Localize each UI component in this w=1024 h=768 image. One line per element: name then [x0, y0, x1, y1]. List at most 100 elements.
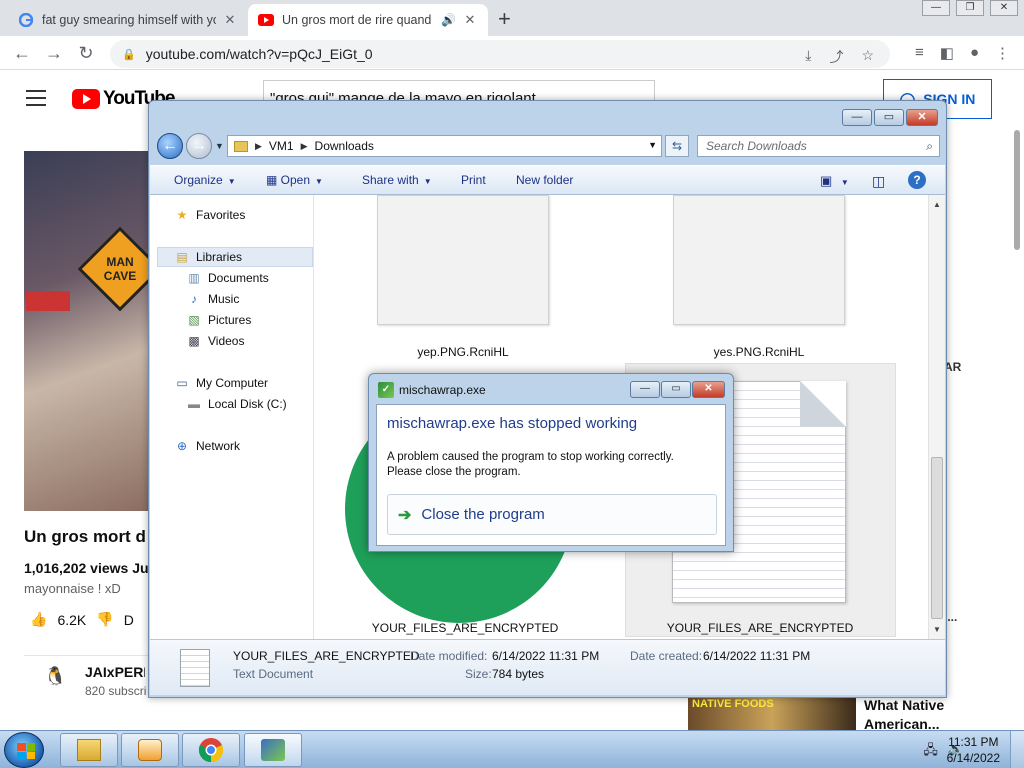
start-button[interactable] — [4, 732, 44, 768]
nav-local-disk-label: Local Disk (C:) — [208, 397, 287, 411]
chevron-down-icon: ▼ — [227, 177, 236, 186]
search-placeholder: Search Downloads — [706, 139, 807, 153]
nav-local-disk[interactable]: ▬ Local Disk (C:) — [186, 397, 287, 411]
new-folder-button[interactable]: New folder — [516, 173, 573, 187]
nav-videos[interactable]: ▩ Videos — [186, 334, 244, 348]
back-icon[interactable]: ← — [157, 133, 183, 159]
dislike-label[interactable]: D — [124, 612, 134, 628]
nav-libraries[interactable]: ▤ Libraries — [174, 250, 242, 264]
file-thumbnail[interactable] — [673, 195, 845, 325]
profile-icon[interactable]: ● — [970, 44, 979, 62]
tab-close-icon[interactable]: ✕ — [222, 12, 238, 28]
chevron-right-icon[interactable]: ▶ — [301, 141, 308, 152]
dialog-body: mischawrap.exe has stopped working A pro… — [376, 404, 726, 546]
open-menu[interactable]: ▦ Open ▼ — [266, 173, 323, 187]
share-with-menu[interactable]: Share with ▼ — [362, 173, 432, 187]
new-tab-button[interactable]: + — [498, 6, 511, 32]
nav-my-computer[interactable]: ▭ My Computer — [174, 376, 268, 390]
detail-created-label: Date created: — [630, 649, 703, 663]
show-desktop-button[interactable] — [1010, 731, 1024, 768]
tab-fat-guy[interactable]: fat guy smearing himself with yo ✕ — [8, 4, 248, 36]
file-list-scrollbar[interactable]: ▲ ▼ — [928, 195, 945, 639]
close-program-button[interactable]: ➔ Close the program — [387, 494, 717, 535]
close-window-button[interactable]: ✕ — [990, 0, 1018, 16]
breadcrumb[interactable]: ▶ VM1 ▶ Downloads ▼ — [227, 135, 662, 157]
bookmark-star-icon[interactable]: ☆ — [861, 47, 874, 67]
restore-button[interactable]: ❐ — [956, 0, 984, 16]
print-button[interactable]: Print — [461, 173, 486, 187]
audio-playing-icon[interactable]: 🔊 — [441, 13, 456, 27]
nav-documents[interactable]: ▥ Documents — [186, 271, 268, 285]
file-name[interactable]: YOUR_FILES_ARE_ENCRYPTED — [650, 621, 870, 635]
scroll-thumb[interactable] — [931, 457, 943, 619]
scroll-down-icon[interactable]: ▼ — [933, 625, 941, 634]
explorer-maximize-button[interactable]: ▭ — [874, 109, 904, 126]
organize-menu[interactable]: Organize ▼ — [174, 173, 236, 187]
dialog-minimize-button[interactable]: — — [630, 381, 660, 398]
side-panel-icon[interactable]: ◧ — [940, 44, 954, 62]
like-count[interactable]: 6.2K — [57, 612, 86, 628]
taskbar-clock[interactable]: 11:31 PM 6/14/2022 — [947, 734, 1000, 766]
network-icon[interactable]: 🖧 — [923, 741, 938, 763]
menu-kebab-icon[interactable]: ⋮ — [995, 44, 1010, 62]
share-icon[interactable]: ⤴ — [829, 47, 843, 67]
scroll-up-icon[interactable]: ▲ — [933, 200, 941, 209]
breadcrumb-vm1[interactable]: VM1 — [269, 139, 294, 153]
nav-favorites[interactable]: ★ Favorites — [174, 208, 246, 222]
thumbs-up-icon[interactable]: 👍 — [30, 611, 47, 628]
detail-created: 6/14/2022 11:31 PM — [703, 649, 811, 663]
search-downloads-input[interactable]: Search Downloads ⌕ — [697, 135, 940, 157]
recent-pages-icon[interactable]: ▼ — [215, 141, 224, 151]
forward-icon[interactable]: → — [42, 41, 66, 65]
browser-tab-strip: fat guy smearing himself with yo ✕ Un gr… — [0, 0, 1024, 36]
file-thumbnail[interactable] — [377, 195, 549, 325]
forward-icon[interactable]: → — [186, 133, 212, 159]
tab-close-icon[interactable]: ✕ — [462, 12, 478, 28]
install-icon[interactable]: ⤓ — [805, 47, 811, 67]
dialog-maximize-button[interactable]: ▭ — [661, 381, 691, 398]
taskbar-mischawrap[interactable] — [244, 733, 302, 767]
tab-un-gros-mort[interactable]: Un gros mort de rire quand 🔊 ✕ — [248, 4, 488, 36]
nav-pictures[interactable]: ▧ Pictures — [186, 313, 251, 327]
nav-network[interactable]: ⊕ Network — [174, 439, 240, 453]
recommended-title[interactable]: What Native American... — [864, 696, 944, 734]
file-name[interactable]: yep.PNG.RcniHL — [377, 345, 549, 359]
taskbar-chrome[interactable] — [182, 733, 240, 767]
hamburger-menu-icon[interactable] — [26, 90, 46, 111]
reload-icon[interactable]: ↻ — [74, 41, 98, 65]
thumbs-down-icon[interactable]: 👎 — [96, 611, 113, 628]
video-player[interactable]: MAN CAVE — [24, 151, 154, 511]
search-icon[interactable]: ⌕ — [926, 139, 933, 154]
change-view-icon[interactable]: ▣ ▼ — [820, 173, 849, 189]
taskbar-media-player[interactable] — [121, 733, 179, 767]
help-icon[interactable]: ? — [908, 171, 926, 189]
taskbar-explorer[interactable] — [60, 733, 118, 767]
address-bar[interactable]: 🔒 youtube.com/watch?v=pQcJ_EiGt_0 — [110, 40, 890, 68]
media-control-icon[interactable]: ≡ — [915, 44, 924, 62]
file-name[interactable]: YOUR_FILES_ARE_ENCRYPTED — [355, 621, 575, 635]
penguin-avatar-icon[interactable]: 🐧 — [44, 666, 68, 690]
youtube-play-icon — [72, 89, 100, 109]
minimize-button[interactable]: — — [922, 0, 950, 16]
file-name[interactable]: yes.PNG.RcniHL — [673, 345, 845, 359]
back-icon[interactable]: ← — [10, 41, 34, 65]
rec-title-line1: What Native — [864, 697, 945, 713]
page-scrollbar[interactable] — [1012, 70, 1022, 255]
explorer-minimize-button[interactable]: — — [842, 109, 872, 126]
dialog-close-button[interactable]: ✕ — [692, 381, 725, 398]
preview-pane-icon[interactable]: ◫ — [872, 173, 885, 190]
pictures-icon: ▧ — [188, 313, 200, 327]
nav-music[interactable]: ♪ Music — [186, 292, 239, 306]
explorer-close-button[interactable]: ✕ — [906, 109, 938, 126]
command-bar: Organize ▼ ▦ Open ▼ Share with ▼ Print New … — [150, 165, 945, 195]
breadcrumb-downloads[interactable]: Downloads — [315, 139, 374, 153]
refresh-icon[interactable]: ⇆ — [665, 135, 689, 157]
videos-icon: ▩ — [188, 334, 200, 348]
chevron-down-icon[interactable]: ▼ — [648, 140, 657, 150]
recommended-thumbnail[interactable]: NATIVE FOODS — [688, 697, 856, 733]
omnibox-actions: ⤓ ⤴ ☆ — [805, 47, 874, 67]
chevron-right-icon[interactable]: ▶ — [255, 141, 262, 152]
channel-name[interactable]: JAIxPERD — [85, 664, 145, 680]
details-pane: YOUR_FILES_ARE_ENCRYPTED Text Document D… — [150, 639, 945, 695]
detail-modified: 6/14/2022 11:31 PM — [492, 649, 600, 663]
